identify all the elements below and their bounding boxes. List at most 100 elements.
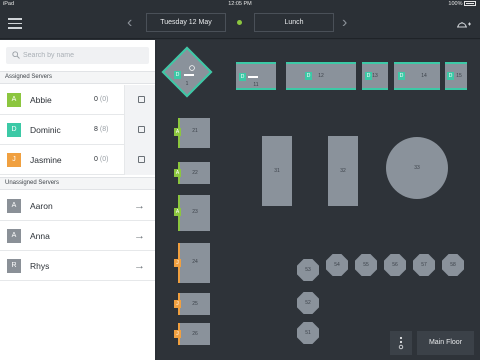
unassigned-server-row[interactable]: A Aaron → — [0, 191, 155, 221]
top-nav: ‹ Tuesday 12 May Lunch › — [0, 9, 480, 39]
server-chip: D — [305, 72, 312, 80]
server-checkbox[interactable] — [124, 115, 155, 145]
floor-options-button[interactable] — [390, 331, 412, 355]
search-box[interactable] — [6, 47, 149, 64]
table-number: 25 — [192, 301, 198, 307]
server-avatar: A — [7, 93, 21, 107]
unassigned-server-row[interactable]: A Anna → — [0, 221, 155, 251]
table-57[interactable]: 57 — [413, 254, 435, 276]
assigned-server-row[interactable]: J Jasmine 0 (0) — [0, 145, 155, 175]
server-chip: A — [174, 208, 181, 216]
table-58[interactable]: 58 — [442, 254, 464, 276]
table-31[interactable]: 31 — [262, 136, 292, 206]
table-54[interactable]: 54 — [326, 254, 348, 276]
table-32[interactable]: 32 — [328, 136, 358, 206]
battery-indicator: 100% — [448, 1, 476, 7]
table-number: 26 — [192, 331, 198, 337]
battery-icon — [464, 1, 476, 7]
table-51[interactable]: 51 — [297, 322, 319, 344]
service-bell-icon[interactable] — [455, 17, 471, 29]
server-chip: D — [174, 71, 181, 79]
server-name: Jasmine — [30, 155, 62, 165]
server-avatar: D — [7, 123, 21, 137]
unassigned-server-row[interactable]: R Rhys → — [0, 251, 155, 281]
server-cover-count: 0 (0) — [94, 156, 109, 163]
table-number: 55 — [363, 262, 369, 268]
assigned-server-row[interactable]: A Abbie 0 (0) — [0, 85, 155, 115]
search-icon — [12, 51, 20, 59]
table-number: 12 — [318, 73, 324, 79]
table-24[interactable]: 24 — [178, 243, 210, 283]
table-52[interactable]: 52 — [297, 292, 319, 314]
assigned-servers-header: Assigned Servers — [0, 71, 155, 84]
timer-bar — [248, 76, 258, 78]
server-checkbox[interactable] — [124, 145, 155, 175]
server-name: Abbie — [30, 95, 52, 105]
server-checkbox[interactable] — [124, 85, 155, 115]
server-chip: J — [174, 300, 181, 308]
assigned-server-row[interactable]: D Dominic 8 (8) — [0, 115, 155, 145]
server-chip: D — [365, 72, 372, 80]
table-number: 52 — [305, 300, 311, 306]
timer-bar — [184, 74, 194, 76]
table-number: 24 — [192, 259, 198, 265]
search-input[interactable] — [23, 50, 143, 61]
assign-arrow-icon[interactable]: → — [124, 191, 155, 221]
table-number: 57 — [421, 262, 427, 268]
clock-icon — [189, 65, 195, 71]
server-sidebar: Assigned Servers A Abbie 0 (0) D Dominic… — [0, 40, 155, 360]
table-53[interactable]: 53 — [297, 259, 319, 281]
menu-icon[interactable] — [8, 18, 22, 29]
clock: 12:05 PM — [228, 1, 252, 7]
server-avatar: J — [7, 153, 21, 167]
server-chip: J — [174, 330, 181, 338]
table-55[interactable]: 55 — [355, 254, 377, 276]
server-chip: A — [174, 169, 181, 177]
table-number: 32 — [340, 168, 346, 174]
status-bar: iPad 12:05 PM 100% — [0, 0, 480, 9]
table-number: 23 — [192, 209, 198, 215]
table-56[interactable]: 56 — [384, 254, 406, 276]
table-number: 31 — [274, 168, 280, 174]
table-number: 33 — [414, 165, 420, 171]
table-number: 1 — [185, 81, 189, 87]
server-chip: A — [174, 128, 181, 136]
table-number: 58 — [450, 262, 456, 268]
table-22[interactable]: 22 — [178, 162, 210, 184]
more-options-icon — [398, 336, 404, 350]
unassigned-servers-header: Unassigned Servers — [0, 177, 155, 190]
service-selector[interactable]: Lunch — [254, 13, 334, 32]
server-avatar: R — [7, 259, 21, 273]
table-1[interactable] — [161, 46, 213, 98]
server-cover-count: 8 (8) — [94, 126, 109, 133]
table-33[interactable]: 33 — [386, 137, 448, 199]
floor-selector-button[interactable]: Main Floor — [417, 331, 474, 355]
server-name: Aaron — [30, 201, 53, 211]
service-status-dot — [237, 20, 242, 25]
table-12[interactable]: 12 — [286, 62, 356, 90]
table-26[interactable]: 26 — [178, 323, 210, 345]
table-number: 21 — [192, 128, 198, 134]
table-21[interactable]: 21 — [178, 118, 210, 148]
server-name: Rhys — [30, 261, 50, 271]
server-chip: D — [398, 72, 405, 80]
table-25[interactable]: 25 — [178, 293, 210, 315]
server-avatar: A — [7, 199, 21, 213]
floor-plan: D 1 11 D 12 D 13 D 14 D 15 D 21 A 22 A 2… — [157, 40, 480, 360]
date-selector[interactable]: Tuesday 12 May — [146, 13, 226, 32]
table-number: 22 — [192, 170, 198, 176]
server-cover-count: 0 (0) — [94, 96, 109, 103]
table-23[interactable]: 23 — [178, 195, 210, 231]
previous-day-button[interactable]: ‹ — [127, 14, 132, 32]
table-number: 54 — [334, 262, 340, 268]
server-chip: J — [174, 259, 181, 267]
table-number: 11 — [253, 82, 259, 88]
assign-arrow-icon[interactable]: → — [124, 221, 155, 251]
table-number: 51 — [305, 330, 311, 336]
next-day-button[interactable]: › — [342, 14, 347, 32]
server-avatar: A — [7, 229, 21, 243]
assign-arrow-icon[interactable]: → — [124, 251, 155, 281]
server-chip: D — [239, 73, 246, 81]
server-name: Dominic — [30, 125, 61, 135]
battery-label: 100% — [448, 1, 463, 7]
